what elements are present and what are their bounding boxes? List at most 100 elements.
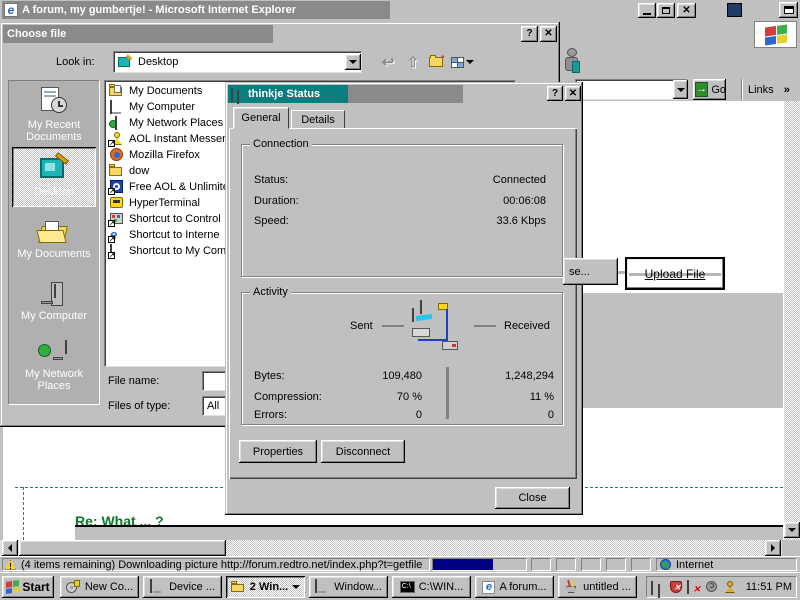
place-my-network-places[interactable]: My Network Places (12, 335, 96, 395)
bytes-sent: 109,480 (342, 370, 422, 382)
go-arrow-icon: → (695, 82, 708, 97)
warning-icon: ! (5, 560, 16, 570)
browse-button-clipped[interactable]: se... (563, 258, 618, 285)
task-button-untitled[interactable]: untitled ... (558, 576, 637, 598)
task-button-2-win-group[interactable]: 2 Win... (226, 576, 305, 598)
new-folder-button[interactable]: * (426, 51, 446, 73)
dialup-help-button[interactable]: ? (547, 86, 563, 101)
up-folder-button[interactable]: ⇧ (403, 51, 423, 73)
place-label: My Computer (21, 310, 87, 322)
desktop-icon (37, 156, 71, 186)
horizontal-scrollbar[interactable] (0, 540, 784, 556)
place-desktop[interactable]: Desktop (12, 147, 96, 207)
network-places-icon (37, 338, 71, 368)
tab-details-label: Details (301, 114, 335, 126)
restore-button[interactable] (657, 3, 675, 18)
hyperterminal-icon (109, 196, 125, 210)
status-label: Status: (254, 174, 288, 186)
dialup-activity-icon (408, 301, 464, 353)
go-button[interactable]: → Go (693, 79, 726, 100)
place-my-computer[interactable]: My Computer (12, 271, 96, 331)
close-label: Close (518, 492, 546, 504)
tray-clock[interactable]: 11:51 PM (746, 581, 792, 593)
task-button-new-co[interactable]: New Co... (60, 576, 139, 598)
arrow-left-icon (8, 544, 12, 552)
properties-label: Properties (253, 446, 303, 458)
start-flag-icon (6, 580, 19, 594)
choose-file-title-bar[interactable]: Choose file ? ✕ (3, 25, 557, 43)
scroll-right-button[interactable] (765, 540, 781, 556)
up-folder-icon: ⇧ (407, 54, 419, 71)
download-progress-bar (432, 558, 527, 571)
ie-icon: e (482, 581, 495, 594)
address-dropdown-button[interactable] (673, 80, 688, 99)
my-computer-icon (37, 280, 71, 310)
vertical-scrollbar[interactable] (784, 101, 800, 540)
dialup-title-text: thinkje Status (248, 88, 320, 100)
aol-shortcut-icon: ↗ (109, 180, 125, 194)
properties-button[interactable]: Properties (239, 440, 317, 463)
desktop-screen: e A forum, my gumbertje! - Microsoft Int… (0, 0, 800, 600)
tab-general[interactable]: General (233, 107, 289, 129)
look-in-combobox[interactable]: Desktop (113, 51, 362, 73)
task-button-window[interactable]: Window... (309, 576, 388, 598)
task-button-cwin[interactable]: C:\ C:\WIN... (392, 576, 471, 598)
compression-received: 11 % (474, 391, 554, 403)
ie-app-icon: e (4, 3, 18, 17)
selection-rect-left (23, 487, 24, 540)
links-toolbar[interactable]: Links » (748, 79, 790, 100)
minimize-button[interactable] (638, 3, 656, 18)
place-label: My Network Places (12, 368, 96, 392)
place-my-recent-documents[interactable]: My Recent Documents (12, 85, 96, 145)
task-button-device[interactable]: Device ... (143, 576, 222, 598)
tray-shield-icon[interactable]: ✕ (669, 580, 684, 594)
place-my-documents[interactable]: My Documents (12, 209, 96, 269)
status-message: (4 items remaining) Downloading picture … (21, 559, 422, 571)
chevron-down-icon (349, 60, 357, 64)
tray-aol-icon[interactable] (723, 580, 738, 594)
horizontal-scroll-thumb[interactable] (19, 540, 226, 556)
device-icon (150, 580, 165, 594)
duration-value: 00:06:08 (503, 195, 546, 207)
progress-fill (433, 559, 493, 570)
speed-label: Speed: (254, 215, 289, 227)
tray-dialup-icon[interactable] (651, 580, 666, 594)
dialup-status-dialog: thinkje Status ? ✕ General Details Conne… (225, 82, 583, 515)
monitor-icon (315, 580, 330, 594)
place-label: Desktop (34, 186, 74, 198)
tray-scheduler-icon[interactable] (705, 580, 720, 594)
folder-icon (231, 581, 246, 593)
links-chevron-icon: » (784, 84, 790, 96)
taskbar: Start New Co... Device ... 2 Win... Wind… (0, 572, 800, 600)
dialup-title-bar[interactable]: thinkje Status ? ✕ (228, 85, 580, 103)
my-documents-icon (37, 218, 71, 248)
connection-legend: Connection (250, 138, 312, 150)
upload-file-button[interactable]: Upload File (625, 257, 725, 290)
back-button[interactable]: ↩ (378, 51, 398, 73)
start-button[interactable]: Start (2, 576, 54, 598)
compression-sent: 70 % (342, 391, 422, 403)
view-menu-button[interactable] (448, 51, 476, 73)
address-input[interactable] (575, 79, 688, 100)
tray-network-offline-icon[interactable]: ✕ (687, 580, 702, 594)
status-value: Connected (493, 174, 546, 186)
scroll-down-button[interactable] (784, 522, 800, 538)
start-label: Start (22, 580, 49, 594)
disconnect-button[interactable]: Disconnect (321, 440, 405, 463)
choose-file-close-button[interactable]: ✕ (540, 26, 557, 42)
task-button-a-forum[interactable]: e A forum... (475, 576, 554, 598)
dialup-close-x-button[interactable]: ✕ (565, 86, 581, 101)
errors-received: 0 (474, 409, 554, 421)
close-button-dialog[interactable]: Close (495, 487, 570, 509)
internet-shortcut-icon: e↗ (109, 228, 125, 242)
close-button[interactable]: ✕ (677, 3, 696, 18)
chevron-down-icon (292, 585, 300, 589)
look-in-dropdown-button[interactable] (345, 54, 361, 70)
choose-file-help-button[interactable]: ? (521, 26, 538, 42)
duration-label: Duration: (254, 195, 299, 207)
aim-shortcut-icon: ↗ (109, 132, 125, 146)
received-dash (474, 325, 496, 327)
scroll-left-button[interactable] (2, 540, 18, 556)
windows-flag-icon (765, 24, 787, 45)
tab-details[interactable]: Details (291, 110, 345, 129)
